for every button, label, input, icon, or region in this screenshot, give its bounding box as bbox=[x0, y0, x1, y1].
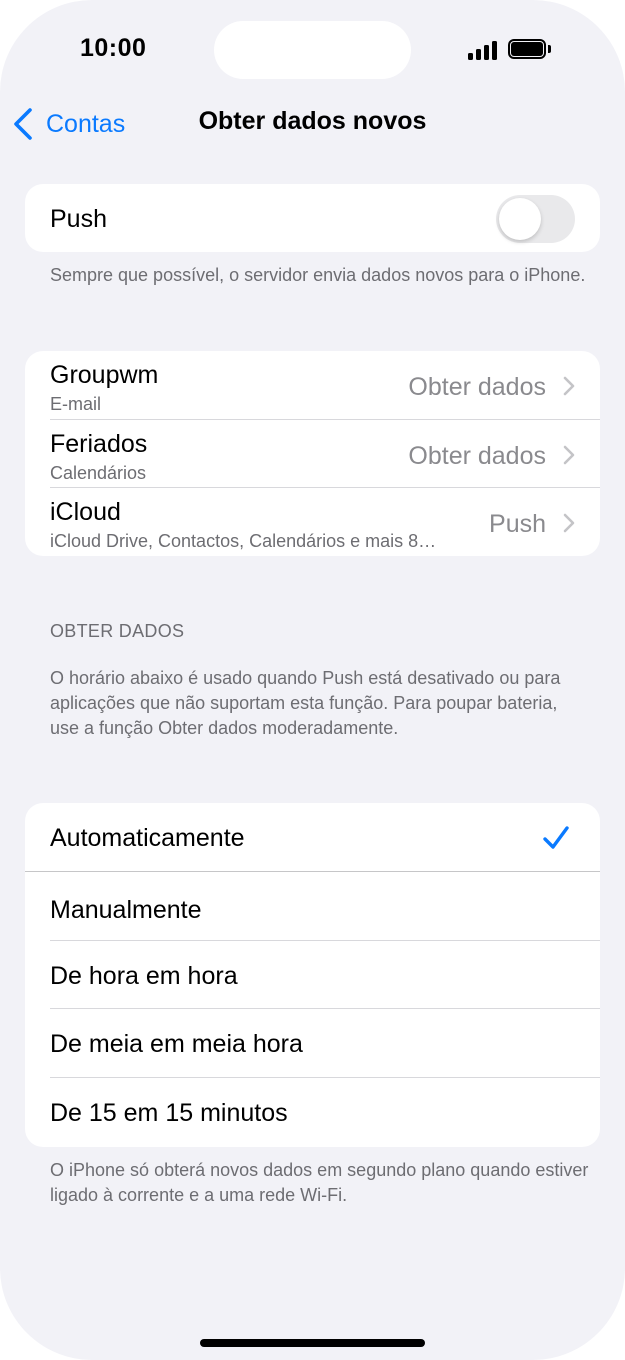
page-title: Obter dados novos bbox=[198, 107, 427, 135]
push-group: Push bbox=[25, 184, 600, 252]
accounts-group: Groupwm E-mail Obter dados Feriados Cale… bbox=[25, 351, 600, 556]
fetch-description: O horário abaixo é usado quando Push est… bbox=[50, 668, 561, 738]
account-row-groupwm[interactable]: Groupwm E-mail Obter dados bbox=[25, 351, 600, 420]
account-fetch-value: Obter dados bbox=[408, 373, 546, 401]
push-footer: Sempre que possível, o servidor envia da… bbox=[50, 265, 586, 285]
fetch-option-label: De 15 em 15 minutos bbox=[50, 1099, 288, 1127]
toggle-knob bbox=[499, 198, 541, 240]
status-time: 10:00 bbox=[80, 34, 147, 62]
fetch-option-label: De hora em hora bbox=[50, 962, 238, 990]
account-fetch-value: Obter dados bbox=[408, 442, 546, 470]
dynamic-island bbox=[214, 21, 411, 79]
battery-icon bbox=[508, 39, 551, 59]
chevron-right-icon bbox=[563, 513, 575, 533]
fetch-options-group: Automaticamente Manualmente De hora em h… bbox=[25, 803, 600, 1147]
fetch-option-manual[interactable]: Manualmente bbox=[25, 872, 600, 941]
account-name: Feriados bbox=[50, 430, 148, 458]
account-subtitle: Calendários bbox=[50, 463, 147, 483]
push-label: Push bbox=[50, 205, 107, 233]
phone-screen: 10:00 Contas Obter dados novos Push Semp… bbox=[0, 0, 625, 1360]
account-row-feriados[interactable]: Feriados Calendários Obter dados bbox=[25, 420, 600, 488]
chevron-right-icon bbox=[563, 376, 575, 396]
account-subtitle: E-mail bbox=[50, 394, 102, 414]
home-indicator[interactable] bbox=[200, 1339, 425, 1347]
fetch-section-header: OBTER DADOS bbox=[50, 621, 185, 641]
fetch-option-15-minutes[interactable]: De 15 em 15 minutos bbox=[25, 1078, 600, 1147]
fetch-option-automatic[interactable]: Automaticamente bbox=[25, 803, 600, 872]
account-fetch-value: Push bbox=[489, 510, 546, 538]
push-toggle[interactable] bbox=[496, 195, 575, 243]
account-row-icloud[interactable]: iCloud iCloud Drive, Contactos, Calendár… bbox=[25, 488, 600, 556]
fetch-option-label: Automaticamente bbox=[50, 824, 245, 852]
chevron-right-icon bbox=[563, 445, 575, 465]
fetch-footer: O iPhone só obterá novos dados em segund… bbox=[50, 1160, 589, 1205]
fetch-option-hourly[interactable]: De hora em hora bbox=[25, 941, 600, 1009]
account-name: iCloud bbox=[50, 498, 121, 526]
fetch-option-half-hourly[interactable]: De meia em meia hora bbox=[25, 1009, 600, 1078]
fetch-option-label: Manualmente bbox=[50, 896, 202, 924]
fetch-option-label: De meia em meia hora bbox=[50, 1030, 303, 1058]
cellular-signal-icon bbox=[468, 40, 498, 60]
account-name: Groupwm bbox=[50, 361, 159, 389]
account-subtitle: iCloud Drive, Contactos, Calendários e m… bbox=[50, 531, 437, 551]
checkmark-icon bbox=[543, 826, 569, 849]
